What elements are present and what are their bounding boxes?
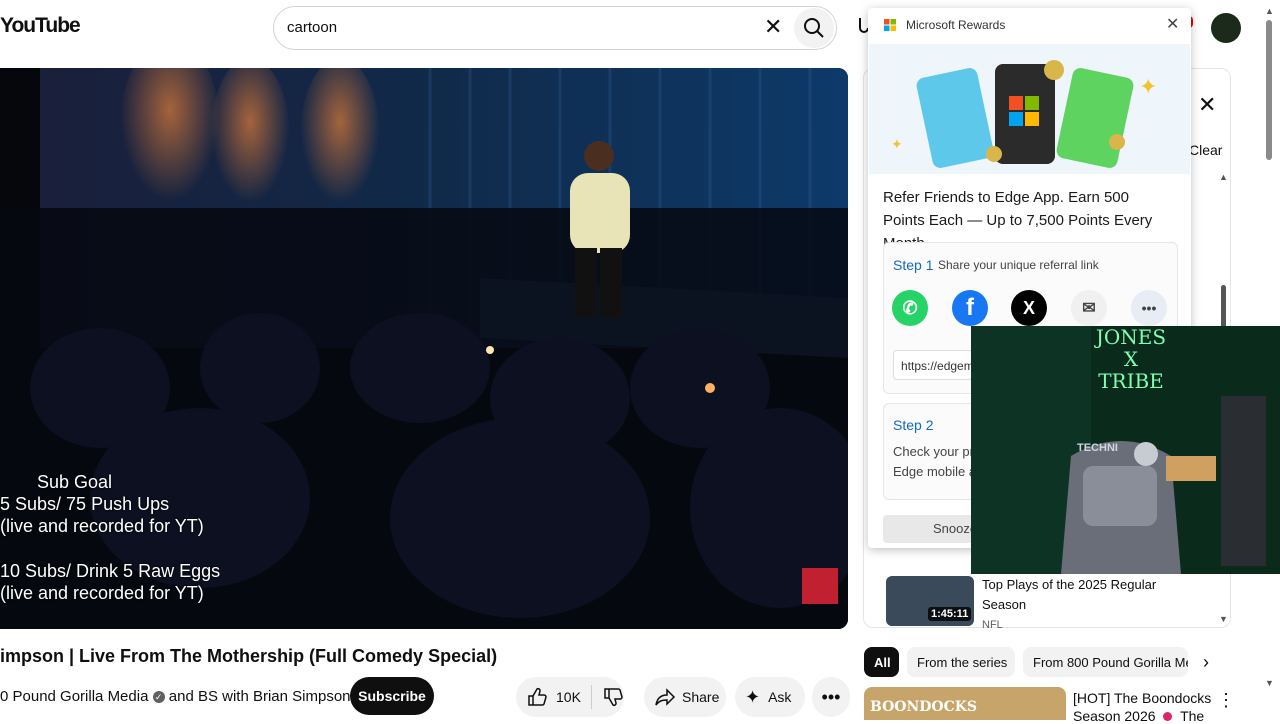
rewards-title: Microsoft Rewards <box>906 18 1006 32</box>
search-icon <box>804 18 824 38</box>
ask-button[interactable]: ✦ Ask <box>735 677 805 717</box>
whatsapp-share-button[interactable]: ✆ <box>892 290 928 326</box>
clear-search-icon[interactable]: ✕ <box>764 14 782 40</box>
sub-goal-line: 10 Subs/ Drink 5 Raw Eggs <box>0 561 221 581</box>
recommended-title[interactable]: Season 2026 The <box>1073 708 1204 724</box>
thumbs-down-icon <box>604 688 623 707</box>
search-button[interactable] <box>794 8 834 48</box>
more-icon: ••• <box>821 686 841 707</box>
neon-sign: JONES X TRIBE <box>1095 326 1167 393</box>
sparkle-icon: ✦ <box>745 686 761 707</box>
like-button[interactable]: 10K <box>516 686 581 708</box>
sub-goal-line: (live and recorded for YT) <box>0 516 204 536</box>
close-panel-icon[interactable]: ✕ <box>1198 92 1216 118</box>
svg-text:✦: ✦ <box>1139 74 1157 99</box>
more-actions-button[interactable]: ••• <box>812 677 850 717</box>
recommended-thumbnail[interactable]: BOONDOCKS <box>864 687 1066 720</box>
chevron-right-icon[interactable]: › <box>1203 652 1209 673</box>
x-icon: X <box>1022 297 1035 318</box>
snooze-button[interactable]: Snooze <box>883 515 977 543</box>
chip-from-series[interactable]: From the series <box>907 647 1015 677</box>
step1-text: Share your unique referral link <box>938 258 1099 272</box>
x-share-button[interactable]: X <box>1011 290 1047 326</box>
page-scrollbar[interactable] <box>1266 20 1272 160</box>
sub-goal-heading: Sub Goal <box>37 472 113 492</box>
step2-label: Step 2 <box>893 417 934 433</box>
subscribe-button[interactable]: Subscribe <box>350 677 434 715</box>
microsoft-logo-icon <box>884 18 896 31</box>
like-count: 10K <box>556 689 581 705</box>
channel-name[interactable]: 0 Pound Gorilla Media ✓ and BS with Bria… <box>0 688 351 705</box>
suggestion-title[interactable]: Top Plays of the 2025 Regular <box>982 577 1156 592</box>
video-title: impson | Live From The Mothership (Full … <box>0 646 498 666</box>
verified-icon: ✓ <box>152 691 165 704</box>
video-frame <box>0 68 848 629</box>
scroll-down-icon[interactable]: ▼ <box>1219 614 1228 624</box>
facebook-icon: f <box>966 294 974 321</box>
avatar[interactable] <box>1211 13 1241 43</box>
whatsapp-icon: ✆ <box>902 297 918 318</box>
page-scroll-up-icon[interactable]: ▲ <box>1265 6 1274 16</box>
svg-text:✦: ✦ <box>891 136 903 152</box>
like-dislike-group: 10K <box>516 677 624 717</box>
thumbs-up-icon <box>528 687 547 706</box>
duration-badge: 1:45:11 <box>928 607 972 621</box>
referral-link-field[interactable]: https://edgem <box>893 350 973 380</box>
youtube-logo[interactable]: YouTube <box>0 14 81 38</box>
chair-logo-text: TECHNI <box>1077 442 1118 454</box>
share-button[interactable]: Share <box>644 677 726 717</box>
collab-channel[interactable]: and BS with Brian Simpson <box>169 688 351 705</box>
email-share-button[interactable]: ✉ <box>1071 290 1107 326</box>
gift-cards-illustration: ✦ ✦ <box>869 44 1190 174</box>
suggestion-title[interactable]: Season <box>982 597 1026 612</box>
more-share-button[interactable]: ••• <box>1131 290 1167 326</box>
mail-icon: ✉ <box>1082 300 1096 317</box>
share-icon <box>655 688 676 706</box>
facebook-share-button[interactable]: f <box>952 290 988 326</box>
clear-button[interactable]: Clear <box>1189 142 1222 158</box>
step2-text: Check your pr <box>893 444 974 459</box>
scroll-up-icon[interactable]: ▲ <box>1219 172 1228 182</box>
step1-label: Step 1 <box>893 257 934 273</box>
search-input[interactable]: cartoon <box>287 19 337 36</box>
more-icon: ••• <box>1141 300 1157 316</box>
dislike-button[interactable] <box>592 686 624 708</box>
suggestion-channel[interactable]: NFL <box>982 619 1003 629</box>
search-box[interactable] <box>273 6 837 50</box>
sub-goal-line: (live and recorded for YT) <box>0 583 204 603</box>
panel-scrollbar[interactable] <box>1221 285 1226 330</box>
recommended-title[interactable]: [HOT] The Boondocks <box>1073 690 1211 706</box>
thumbnail-text: BOONDOCKS <box>870 699 978 715</box>
chip-from-channel[interactable]: From 800 Pound Gorilla Me <box>1023 647 1188 677</box>
close-rewards-icon[interactable]: ✕ <box>1166 14 1179 34</box>
video-player[interactable]: Sub Goal 5 Subs/ 75 Push Ups (live and r… <box>0 68 848 629</box>
step2-text: Edge mobile a <box>893 464 977 479</box>
ask-label: Ask <box>768 689 792 705</box>
more-vert-icon[interactable]: ⋮ <box>1217 690 1235 711</box>
sub-goal-line: 5 Subs/ 75 Push Ups <box>0 494 170 514</box>
chip-all[interactable]: All <box>864 647 899 677</box>
share-label: Share <box>682 689 720 705</box>
page-scroll-down-icon[interactable]: ▼ <box>1265 678 1274 688</box>
webcam-overlay: JONES X TRIBE TECHNI <box>971 326 1280 574</box>
channel-link[interactable]: 0 Pound Gorilla Media <box>0 688 148 705</box>
